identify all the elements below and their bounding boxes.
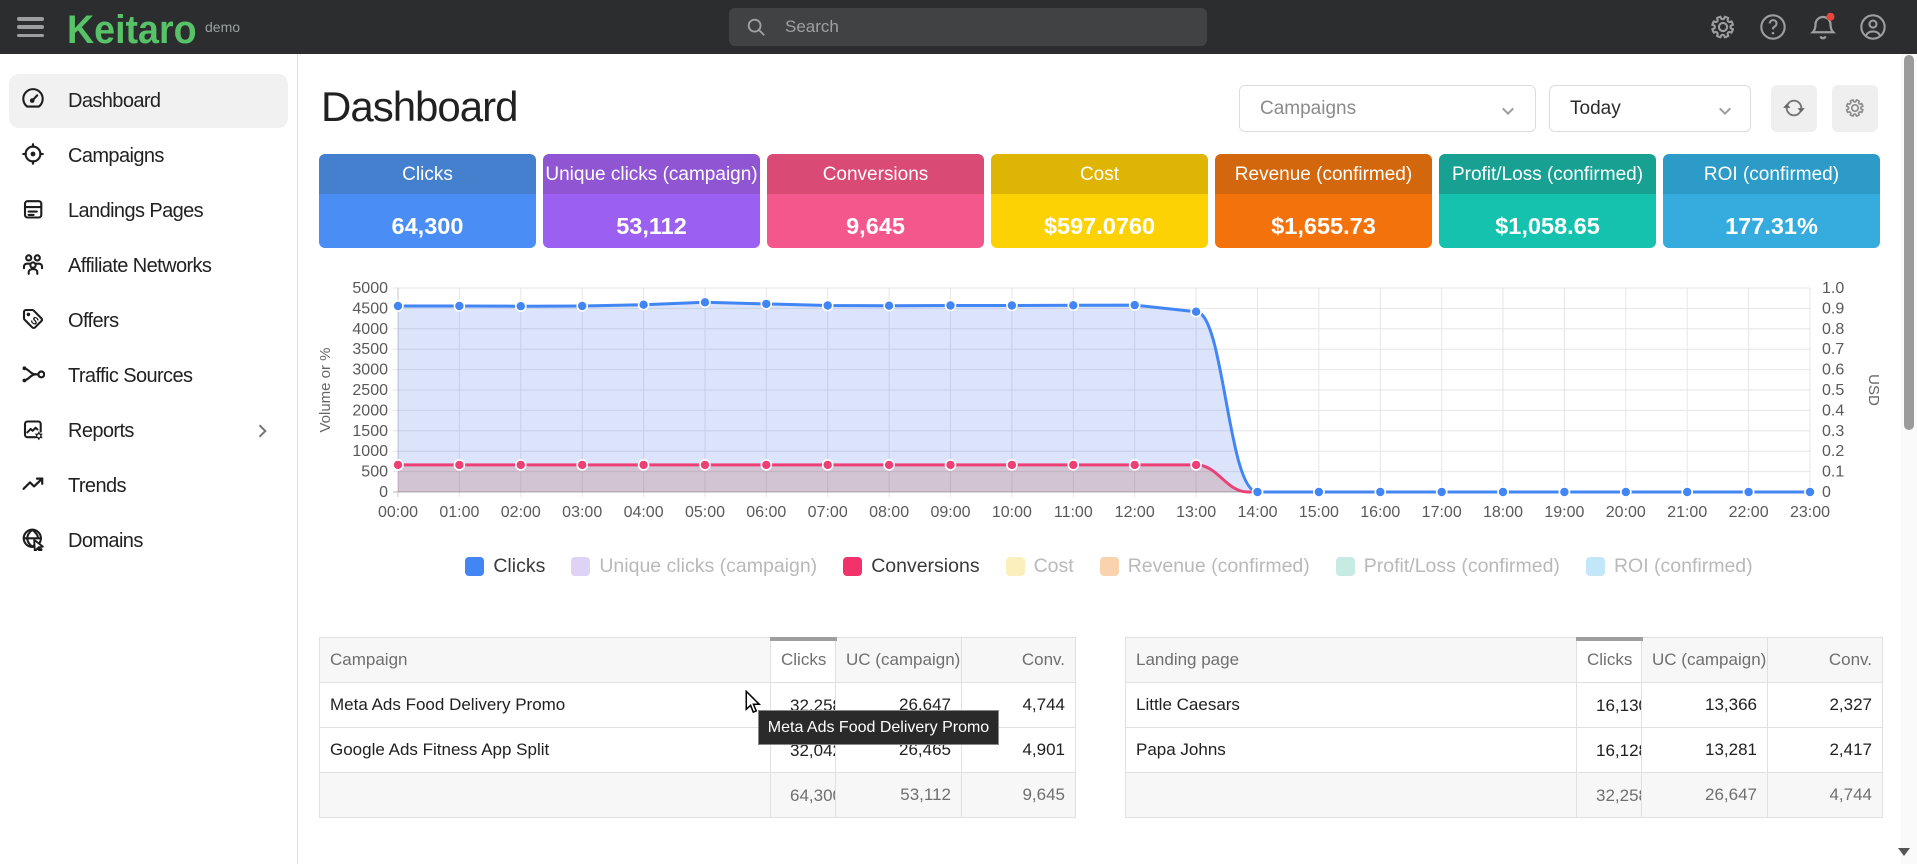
svg-text:19:00: 19:00 bbox=[1544, 504, 1584, 521]
svg-text:12:00: 12:00 bbox=[1115, 504, 1155, 521]
svg-text:3500: 3500 bbox=[352, 341, 388, 358]
svg-text:USD: USD bbox=[1865, 374, 1882, 406]
svg-text:1000: 1000 bbox=[352, 443, 388, 460]
svg-text:17:00: 17:00 bbox=[1422, 504, 1462, 521]
svg-text:0.7: 0.7 bbox=[1822, 341, 1844, 358]
svg-text:4000: 4000 bbox=[352, 321, 388, 338]
svg-text:03:00: 03:00 bbox=[562, 504, 602, 521]
svg-text:0: 0 bbox=[1822, 484, 1831, 501]
svg-text:0: 0 bbox=[379, 484, 388, 501]
svg-text:18:00: 18:00 bbox=[1483, 504, 1523, 521]
svg-text:500: 500 bbox=[361, 464, 388, 481]
svg-text:00:00: 00:00 bbox=[378, 504, 418, 521]
svg-text:01:00: 01:00 bbox=[439, 504, 479, 521]
svg-text:06:00: 06:00 bbox=[746, 504, 786, 521]
svg-text:08:00: 08:00 bbox=[869, 504, 909, 521]
svg-text:16:00: 16:00 bbox=[1360, 504, 1400, 521]
svg-text:09:00: 09:00 bbox=[930, 504, 970, 521]
svg-text:0.8: 0.8 bbox=[1822, 321, 1844, 338]
svg-text:4500: 4500 bbox=[352, 300, 388, 317]
svg-text:0.4: 0.4 bbox=[1822, 402, 1844, 419]
svg-text:23:00: 23:00 bbox=[1790, 504, 1830, 521]
svg-text:0.5: 0.5 bbox=[1822, 382, 1844, 399]
svg-text:0.3: 0.3 bbox=[1822, 423, 1844, 440]
svg-text:15:00: 15:00 bbox=[1299, 504, 1339, 521]
svg-text:1500: 1500 bbox=[352, 423, 388, 440]
svg-text:3000: 3000 bbox=[352, 362, 388, 379]
svg-text:05:00: 05:00 bbox=[685, 504, 725, 521]
svg-text:0.9: 0.9 bbox=[1822, 300, 1844, 317]
svg-text:0.6: 0.6 bbox=[1822, 362, 1844, 379]
svg-text:14:00: 14:00 bbox=[1237, 504, 1277, 521]
svg-text:5000: 5000 bbox=[352, 280, 388, 297]
svg-text:02:00: 02:00 bbox=[501, 504, 541, 521]
svg-text:07:00: 07:00 bbox=[808, 504, 848, 521]
svg-text:1.0: 1.0 bbox=[1822, 280, 1844, 297]
svg-text:0.2: 0.2 bbox=[1822, 443, 1844, 460]
svg-text:2500: 2500 bbox=[352, 382, 388, 399]
svg-text:13:00: 13:00 bbox=[1176, 504, 1216, 521]
svg-text:21:00: 21:00 bbox=[1667, 504, 1707, 521]
svg-text:11:00: 11:00 bbox=[1054, 504, 1093, 521]
svg-text:0.1: 0.1 bbox=[1822, 464, 1844, 481]
svg-text:20:00: 20:00 bbox=[1606, 504, 1646, 521]
svg-text:2000: 2000 bbox=[352, 402, 388, 419]
svg-text:10:00: 10:00 bbox=[992, 504, 1032, 521]
svg-text:Volume or %: Volume or % bbox=[318, 347, 334, 432]
svg-text:22:00: 22:00 bbox=[1729, 504, 1769, 521]
svg-text:04:00: 04:00 bbox=[624, 504, 664, 521]
